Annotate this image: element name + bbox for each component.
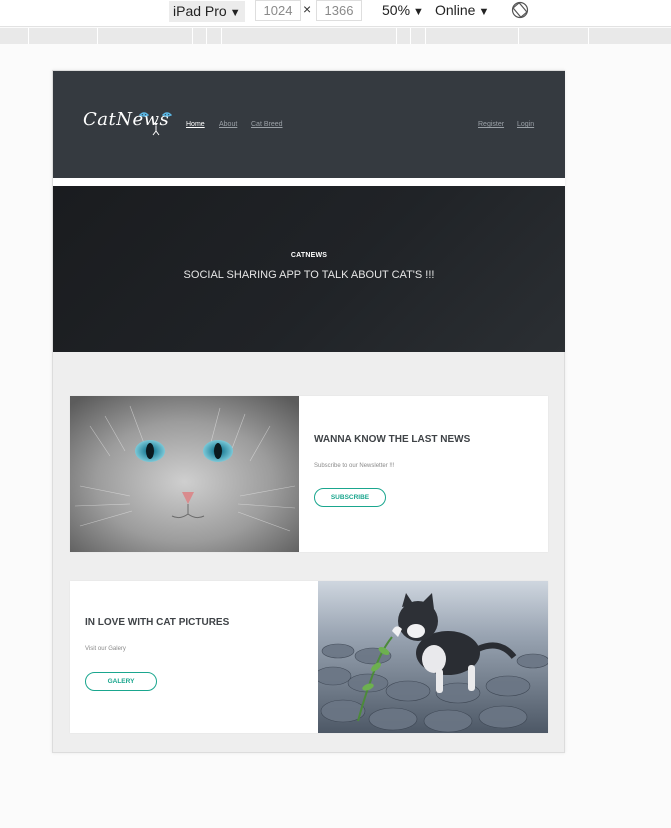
nav-about-link[interactable]: About [219,121,237,128]
gallery-text: Visit our Galery [85,646,126,652]
media-query-ruler[interactable] [0,28,671,44]
device-label: iPad Pro [173,3,227,19]
caret-down-icon: ▼ [229,7,241,19]
newsletter-title: WANNA KNOW THE LAST NEWS [314,434,471,445]
zoom-select[interactable]: 50% ▼ [382,2,424,18]
nav-login-link[interactable]: Login [517,121,534,128]
hero-title: SOCIAL SHARING APP TO TALK ABOUT CAT'S !… [183,269,435,281]
rotate-icon[interactable] [511,1,529,19]
navbar: CatNews Home About Cat Breed Register Lo… [53,71,565,178]
device-select[interactable]: iPad Pro ▼ [169,1,245,22]
devtools-device-toolbar: iPad Pro ▼ 1024 × 1366 50% ▼ Online ▼ [0,0,671,27]
newsletter-card: WANNA KNOW THE LAST NEWS Subscribe to ou… [70,396,548,552]
times-separator: × [303,1,312,17]
nav-cat-breed-link[interactable]: Cat Breed [251,121,283,128]
nav-register-link[interactable]: Register [478,121,504,128]
newsletter-text: Subscribe to our Newsletter !!! [314,463,395,469]
caret-down-icon: ▼ [478,6,490,18]
hero-banner: CATNEWS SOCIAL SHARING APP TO TALK ABOUT… [53,186,565,352]
zoom-label: 50% [382,2,411,18]
kitten-playing-photo [318,581,548,733]
height-input[interactable]: 1366 [316,0,362,21]
subscribe-button[interactable]: SUBSCRIBE [314,488,386,507]
network-throttle-select[interactable]: Online ▼ [435,2,489,18]
gallery-card: IN LOVE WITH CAT PICTURES Visit our Gale… [70,581,548,733]
width-input[interactable]: 1024 [255,0,301,21]
network-label: Online [435,2,476,18]
nav-home-link[interactable]: Home [186,121,205,128]
galery-button[interactable]: GALERY [85,672,157,691]
cat-logo-icon [139,112,173,136]
navbar-divider [53,178,565,186]
caret-down-icon: ▼ [413,6,424,18]
cat-face-photo [70,396,299,552]
device-viewport: CatNews Home About Cat Breed Register Lo… [52,70,565,753]
gallery-title: IN LOVE WITH CAT PICTURES [85,617,230,628]
hero-subtitle: CATNEWS [290,252,328,259]
